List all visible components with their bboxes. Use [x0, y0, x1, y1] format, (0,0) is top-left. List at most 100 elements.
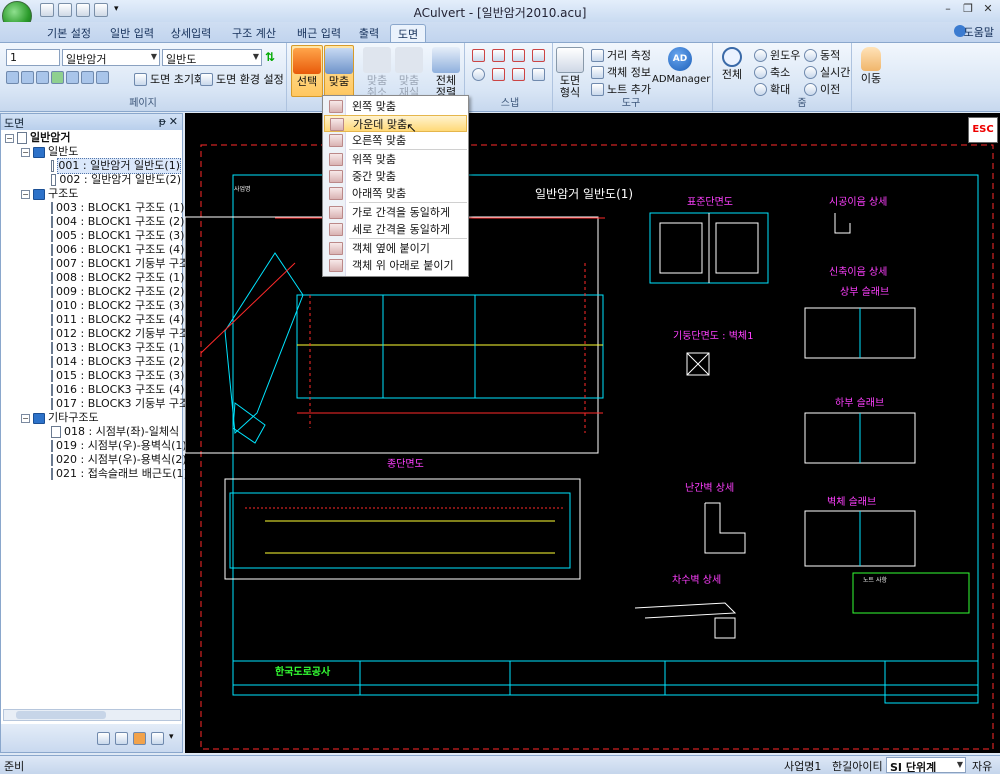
- tree-item[interactable]: 010 : BLOCK2 구조도 (3): [5, 299, 184, 313]
- close-panel-icon[interactable]: ✕: [169, 115, 178, 128]
- tree-item[interactable]: 007 : BLOCK1 기둥부 구조: [5, 257, 189, 271]
- tree-item[interactable]: 021 : 접속슬래브 배근도(1): [5, 467, 188, 481]
- tree-item[interactable]: 016 : BLOCK3 구조도 (4): [5, 383, 184, 397]
- refresh-icon[interactable]: [51, 71, 64, 84]
- tab-drawing[interactable]: 도면: [390, 24, 426, 42]
- full-arrange-button[interactable]: 전체 정렬: [431, 45, 461, 99]
- esc-button[interactable]: ESC: [968, 117, 998, 143]
- panel-footer: ▾: [1, 724, 182, 752]
- drawing-canvas[interactable]: 일반암거 일반도(1) 사업명 표준단면도 기둥단면도 : 벽체1 종단면도 난…: [185, 113, 1000, 753]
- panel-menu-icon[interactable]: ▾: [169, 732, 174, 742]
- snap-tangent-icon[interactable]: [532, 68, 545, 81]
- pan-button[interactable]: 이동: [856, 45, 886, 97]
- collapse-icon[interactable]: −: [21, 413, 30, 423]
- align-redo-button[interactable]: 맞춤 재실행: [394, 45, 424, 111]
- scrollbar-thumb[interactable]: [16, 711, 106, 719]
- last-page-icon[interactable]: [96, 71, 109, 84]
- layer-icon[interactable]: [97, 732, 110, 745]
- tree-root[interactable]: − 일반암거: [5, 131, 181, 145]
- horizontal-scrollbar[interactable]: [3, 709, 181, 721]
- tab-detail-input[interactable]: 상세입력: [166, 24, 216, 42]
- collapse-icon[interactable]: −: [21, 189, 30, 199]
- first-page-icon[interactable]: [6, 71, 19, 84]
- column-section-label: 기둥단면도 : 벽체1: [673, 330, 754, 342]
- properties-icon[interactable]: [115, 732, 128, 745]
- prev-page-icon[interactable]: [36, 71, 49, 84]
- drawing-icon[interactable]: [133, 732, 146, 745]
- drawing-env-button[interactable]: 도면 환경 설정: [200, 71, 284, 87]
- tree-item[interactable]: 012 : BLOCK2 기둥부 구조: [5, 327, 189, 341]
- zoom-window-button[interactable]: 윈도우: [754, 47, 800, 63]
- tree-item[interactable]: 011 : BLOCK2 구조도 (4): [5, 313, 184, 327]
- tree-item[interactable]: 002 : 일반암거 일반도(2): [5, 173, 181, 187]
- style-icon[interactable]: [151, 732, 164, 745]
- select-button[interactable]: 선택: [291, 45, 323, 97]
- tree-item[interactable]: 014 : BLOCK3 구조도 (2): [5, 355, 184, 369]
- collapse-icon[interactable]: −: [21, 147, 30, 157]
- menu-item-align-right[interactable]: 오른쪽 맞춤: [324, 132, 467, 149]
- tree-group-other[interactable]: − 기타구조도: [5, 411, 181, 425]
- unit-system-select[interactable]: SI 단위계 ▼: [886, 757, 966, 773]
- menu-item-align-center[interactable]: 가운데 맞춤: [324, 115, 467, 132]
- reset-drawing-button[interactable]: 도면 초기화: [134, 71, 204, 87]
- tab-general-input[interactable]: 일반 입력: [103, 24, 161, 42]
- zoom-all-button[interactable]: 전체: [717, 45, 747, 97]
- tree-item[interactable]: 004 : BLOCK1 구조도 (2): [5, 215, 184, 229]
- menu-item-attach-side[interactable]: 객체 옆에 붙이기: [324, 240, 467, 257]
- swap-icon[interactable]: ⇅: [265, 50, 281, 65]
- drawing-format-button[interactable]: 도면 형식: [554, 45, 586, 99]
- tree-item[interactable]: 006 : BLOCK1 구조도 (4): [5, 243, 184, 257]
- menu-item-align-bottom[interactable]: 아래쪽 맞춤: [324, 185, 467, 202]
- collapse-icon[interactable]: −: [5, 133, 14, 143]
- next-fast-icon[interactable]: [81, 71, 94, 84]
- tree-item[interactable]: 009 : BLOCK2 구조도 (2): [5, 285, 184, 299]
- tree-item[interactable]: 017 : BLOCK3 기둥부 구조: [5, 397, 189, 411]
- tree-item[interactable]: 018 : 시점부(좌)-일체식: [5, 425, 181, 439]
- tree-item[interactable]: 005 : BLOCK1 구조도 (3): [5, 229, 184, 243]
- snap-midpoint-icon[interactable]: [492, 49, 505, 62]
- menu-item-align-middle[interactable]: 중간 맞춤: [324, 168, 467, 185]
- tree-item[interactable]: 013 : BLOCK3 구조도 (1): [5, 341, 184, 355]
- snap-quadrant-icon[interactable]: [512, 68, 525, 81]
- zoom-dynamic-button[interactable]: 동적: [804, 47, 840, 63]
- align-undo-button[interactable]: 맞춤 취소: [362, 45, 392, 99]
- page-number-field[interactable]: 1: [6, 49, 60, 66]
- tree-item[interactable]: 015 : BLOCK3 구조도 (3): [5, 369, 184, 383]
- drawing-type-select[interactable]: 일반도 ▼: [162, 49, 262, 66]
- snap-perpendicular-icon[interactable]: [492, 68, 505, 81]
- snap-center-icon[interactable]: [472, 68, 485, 81]
- admanager-button[interactable]: AD ADManager: [652, 45, 710, 97]
- measure-distance-button[interactable]: 거리 측정: [591, 47, 651, 63]
- object-info-button[interactable]: 객체 정보: [591, 64, 651, 80]
- tab-basic-settings[interactable]: 기본 설정: [40, 24, 98, 42]
- restore-button[interactable]: ❐: [960, 2, 976, 16]
- snap-endpoint-icon[interactable]: [472, 49, 485, 62]
- tree-item[interactable]: 003 : BLOCK1 구조도 (1): [5, 201, 184, 215]
- pin-icon[interactable]: ᵽ: [159, 115, 166, 128]
- minimize-button[interactable]: –: [940, 2, 956, 16]
- snap-intersection-icon[interactable]: [512, 49, 525, 62]
- tree-item[interactable]: 001 : 일반암거 일반도(1): [5, 158, 181, 174]
- close-button[interactable]: ✕: [980, 2, 996, 16]
- zoom-out-button[interactable]: 축소: [754, 64, 790, 80]
- tab-output[interactable]: 출력: [352, 24, 386, 42]
- prev-fast-icon[interactable]: [21, 71, 34, 84]
- help-link[interactable]: 도움말: [964, 24, 994, 40]
- tab-rebar-input[interactable]: 배근 입력: [290, 24, 348, 42]
- menu-item-equal-horizontal-spacing[interactable]: 가로 간격을 동일하게: [324, 204, 467, 221]
- tree-item[interactable]: 008 : BLOCK2 구조도 (1): [5, 271, 184, 285]
- tree-item[interactable]: 020 : 시점부(우)-용벽식(2): [5, 453, 187, 467]
- tree-group-general[interactable]: − 일반도: [5, 145, 181, 159]
- tree-item[interactable]: 019 : 시점부(우)-용벽식(1): [5, 439, 187, 453]
- align-button[interactable]: 맞춤: [324, 45, 354, 97]
- tab-structure-calc[interactable]: 구조 계산: [224, 24, 284, 42]
- next-page-icon[interactable]: [66, 71, 79, 84]
- menu-item-attach-vertical[interactable]: 객체 위 아래로 붙이기: [324, 257, 467, 274]
- menu-item-equal-vertical-spacing[interactable]: 세로 간격을 동일하게: [324, 221, 467, 238]
- menu-item-align-top[interactable]: 위쪽 맞춤: [324, 151, 467, 168]
- tree-group-structure[interactable]: − 구조도: [5, 187, 181, 201]
- drawing-name-select[interactable]: 일반암거 ▼: [62, 49, 160, 66]
- menu-item-align-left[interactable]: 왼쪽 맞춤: [324, 98, 467, 115]
- snap-nearest-icon[interactable]: [532, 49, 545, 62]
- zoom-realtime-button[interactable]: 실시간: [804, 64, 850, 80]
